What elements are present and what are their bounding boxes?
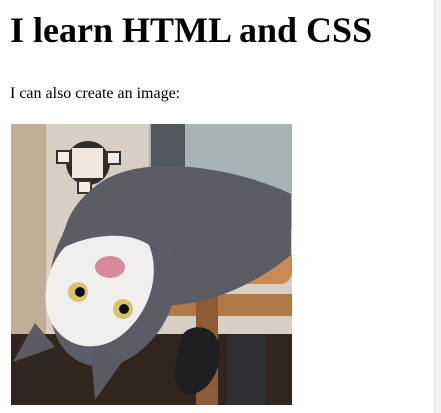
cat-left-pupil (75, 287, 85, 297)
floor-speaker (227, 335, 265, 405)
intro-paragraph: I can also create an image: (10, 85, 181, 102)
cat-image (11, 124, 292, 405)
right-scrollbar-track[interactable] (434, 0, 441, 413)
cat-nose (95, 256, 125, 278)
cat-right-pupil (119, 304, 129, 314)
cat-photo-illustration (11, 124, 292, 405)
page-body: I learn HTML and CSS I can also create a… (0, 0, 441, 413)
page-heading: I learn HTML and CSS (10, 10, 373, 50)
